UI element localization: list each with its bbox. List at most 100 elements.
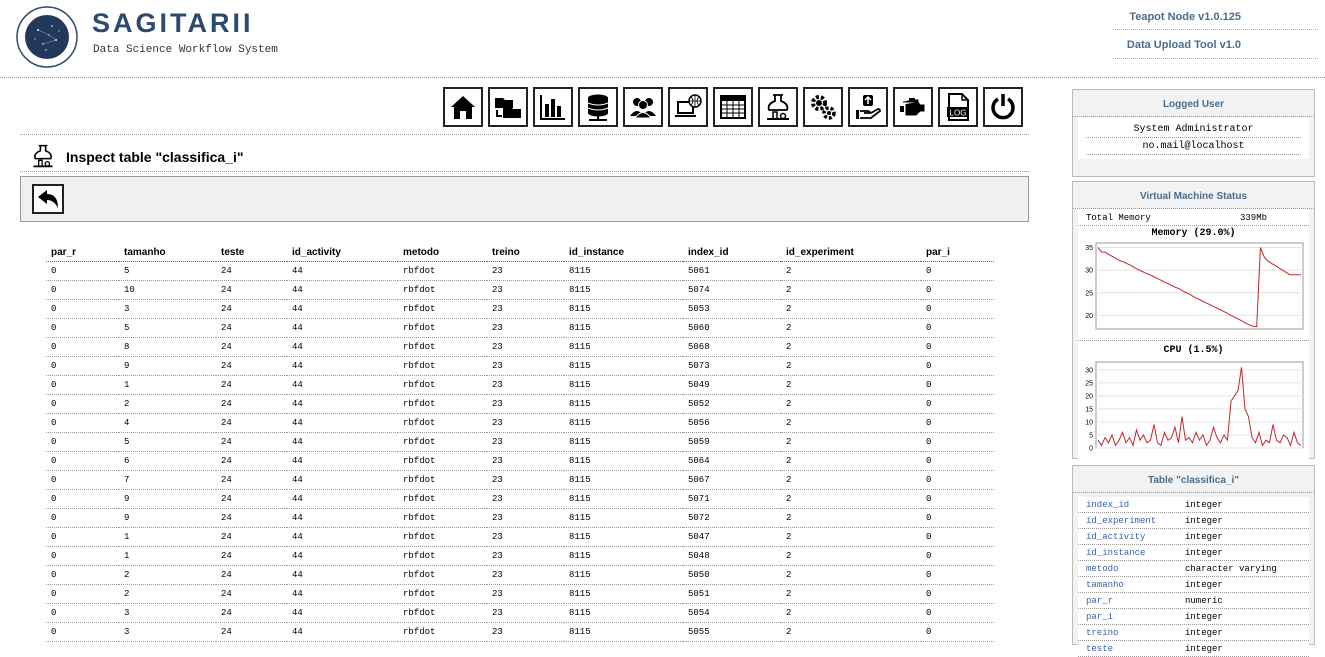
total-memory-label: Total Memory (1086, 213, 1151, 223)
column-header[interactable]: id_experiment (781, 244, 921, 262)
statistics-button[interactable] (533, 87, 573, 127)
table-cell-tamanho: 2 (119, 394, 216, 414)
table-cell-metodo: rbfdot (398, 470, 487, 490)
table-cell-id_activity: 44 (287, 622, 398, 642)
table-row[interactable]: 0 5 24 44 rbfdot 23 8115 5059 2 0 (46, 432, 994, 452)
column-header[interactable]: metodo (398, 244, 487, 262)
table-cell-par_i: 0 (921, 527, 994, 547)
table-cell-index_id: 5054 (683, 603, 781, 623)
field-type: integer (1185, 628, 1223, 638)
table-cell-metodo: rbfdot (398, 508, 487, 528)
column-header[interactable]: id_instance (564, 244, 683, 262)
table-cell-index_id: 5048 (683, 546, 781, 566)
tables-button[interactable] (713, 87, 753, 127)
table-cell-par_i: 0 (921, 394, 994, 414)
settings-button[interactable] (803, 87, 843, 127)
table-row[interactable]: 0 3 24 44 rbfdot 23 8115 5054 2 0 (46, 603, 994, 623)
table-cell-teste: 24 (216, 375, 287, 395)
table-cell-id_experiment: 2 (781, 489, 921, 509)
table-cell-tamanho: 9 (119, 356, 216, 376)
database-button[interactable] (578, 87, 618, 127)
table-cell-par_r: 0 (46, 394, 119, 414)
engine-button[interactable] (893, 87, 933, 127)
table-cell-id_activity: 44 (287, 432, 398, 452)
table-cell-par_r: 0 (46, 470, 119, 490)
table-cell-id_experiment: 2 (781, 508, 921, 528)
table-cell-treino: 23 (487, 565, 564, 585)
experiments-button[interactable] (758, 87, 798, 127)
field-name[interactable]: treino (1086, 628, 1185, 638)
table-cell-id_activity: 44 (287, 584, 398, 604)
table-row[interactable]: 0 9 24 44 rbfdot 23 8115 5071 2 0 (46, 489, 994, 509)
field-name[interactable]: index_id (1086, 500, 1185, 510)
bar-chart-icon (540, 95, 565, 120)
column-header[interactable]: tamanho (119, 244, 216, 262)
table-cell-par_i: 0 (921, 451, 994, 471)
home-button[interactable] (443, 87, 483, 127)
table-cell-par_r: 0 (46, 432, 119, 452)
table-row[interactable]: 0 9 24 44 rbfdot 23 8115 5072 2 0 (46, 508, 994, 528)
table-cell-treino: 23 (487, 451, 564, 471)
table-row[interactable]: 0 3 24 44 rbfdot 23 8115 5055 2 0 (46, 622, 994, 642)
field-name[interactable]: id_instance (1086, 548, 1185, 558)
table-cell-metodo: rbfdot (398, 622, 487, 642)
node-version-link[interactable]: Teapot Node v1.0.125 (1129, 11, 1241, 23)
table-cell-par_i: 0 (921, 489, 994, 509)
table-row[interactable]: 0 2 24 44 rbfdot 23 8115 5050 2 0 (46, 565, 994, 585)
table-row[interactable]: 0 4 24 44 rbfdot 23 8115 5056 2 0 (46, 413, 994, 433)
field-name[interactable]: id_activity (1086, 532, 1185, 542)
table-cell-teste: 24 (216, 337, 287, 357)
table-cell-metodo: rbfdot (398, 603, 487, 623)
workspace-button[interactable] (488, 87, 528, 127)
memory-chart-title: Memory (29.0%) (1151, 228, 1236, 239)
field-name[interactable]: par_r (1086, 596, 1185, 606)
table-row[interactable]: 0 8 24 44 rbfdot 23 8115 5068 2 0 (46, 337, 994, 357)
table-cell-teste: 24 (216, 261, 287, 281)
table-row[interactable]: 0 1 24 44 rbfdot 23 8115 5047 2 0 (46, 527, 994, 547)
column-header[interactable]: treino (487, 244, 564, 262)
table-row[interactable]: 0 5 24 44 rbfdot 23 8115 5060 2 0 (46, 318, 994, 338)
table-cell-metodo: rbfdot (398, 299, 487, 319)
column-header[interactable]: par_r (46, 244, 119, 262)
users-button[interactable] (623, 87, 663, 127)
column-header[interactable]: id_activity (287, 244, 398, 262)
column-header[interactable]: teste (216, 244, 287, 262)
upload-button[interactable] (848, 87, 888, 127)
table-row[interactable]: 0 10 24 44 rbfdot 23 8115 5074 2 0 (46, 280, 994, 300)
table-cell-id_instance: 8115 (564, 299, 683, 319)
field-type: integer (1185, 532, 1223, 542)
table-row[interactable]: 0 3 24 44 rbfdot 23 8115 5053 2 0 (46, 299, 994, 319)
table-cell-treino: 23 (487, 299, 564, 319)
table-cell-tamanho: 3 (119, 603, 216, 623)
column-header[interactable]: par_i (921, 244, 994, 262)
field-name[interactable]: tamanho (1086, 580, 1185, 590)
logout-button[interactable] (983, 87, 1023, 127)
network-button[interactable] (668, 87, 708, 127)
table-cell-index_id: 5059 (683, 432, 781, 452)
field-name[interactable]: teste (1086, 644, 1185, 654)
table-cell-id_activity: 44 (287, 261, 398, 281)
table-row[interactable]: 0 2 24 44 rbfdot 23 8115 5052 2 0 (46, 394, 994, 414)
table-row[interactable]: 0 9 24 44 rbfdot 23 8115 5073 2 0 (46, 356, 994, 376)
table-cell-id_instance: 8115 (564, 470, 683, 490)
table-cell-tamanho: 1 (119, 527, 216, 547)
title-divider (20, 171, 1029, 172)
table-cell-par_i: 0 (921, 337, 994, 357)
table-row[interactable]: 0 1 24 44 rbfdot 23 8115 5048 2 0 (46, 546, 994, 566)
table-row[interactable]: 0 7 24 44 rbfdot 23 8115 5067 2 0 (46, 470, 994, 490)
column-header[interactable]: index_id (683, 244, 781, 262)
back-button[interactable] (32, 184, 64, 214)
field-name[interactable]: id_experiment (1086, 516, 1185, 526)
cpu-chart: 30 25 20 15 10 5 0 (1085, 361, 1304, 453)
table-row[interactable]: 0 1 24 44 rbfdot 23 8115 5049 2 0 (46, 375, 994, 395)
upload-tool-link[interactable]: Data Upload Tool v1.0 (1127, 39, 1241, 51)
field-name[interactable]: metodo (1086, 564, 1185, 574)
log-icon-label: LOG (950, 109, 967, 118)
table-row[interactable]: 0 5 24 44 rbfdot 23 8115 5061 2 0 (46, 261, 994, 281)
log-button[interactable]: LOG (938, 87, 978, 127)
field-name[interactable]: par_i (1086, 612, 1185, 622)
table-row[interactable]: 0 6 24 44 rbfdot 23 8115 5064 2 0 (46, 451, 994, 471)
table-cell-teste: 24 (216, 622, 287, 642)
table-cell-id_activity: 44 (287, 508, 398, 528)
table-row[interactable]: 0 2 24 44 rbfdot 23 8115 5051 2 0 (46, 584, 994, 604)
